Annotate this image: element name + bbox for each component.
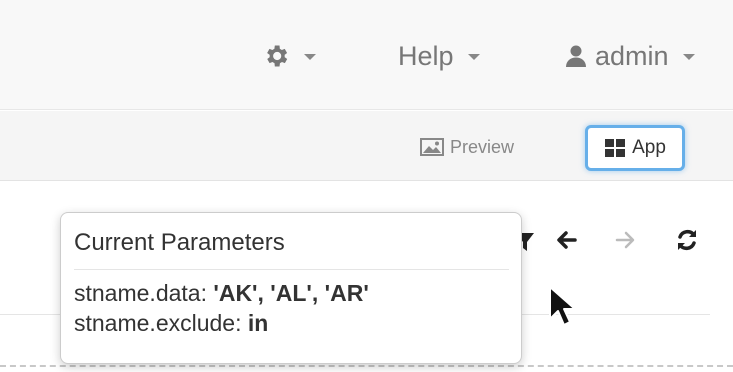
help-dropdown[interactable]: Help xyxy=(398,36,480,76)
back-button[interactable] xyxy=(554,225,578,261)
tooltip-title: Current Parameters xyxy=(74,229,509,270)
current-parameters-tooltip: Current Parameters stname.data: 'AK', 'A… xyxy=(60,212,522,364)
top-navbar: Help admin xyxy=(0,0,733,110)
user-dropdown[interactable]: admin xyxy=(565,36,695,76)
image-icon xyxy=(420,138,444,156)
app-label: App xyxy=(632,137,666,158)
arrow-right-icon xyxy=(615,231,635,249)
refresh-button[interactable] xyxy=(674,225,700,261)
preview-button[interactable]: Preview xyxy=(420,128,514,166)
grid-icon xyxy=(605,139,626,157)
user-label: admin xyxy=(595,40,669,71)
param-value: 'AK', 'AL', 'AR' xyxy=(213,280,369,306)
arrow-cursor-icon xyxy=(549,286,576,326)
settings-dropdown[interactable] xyxy=(262,36,316,76)
chevron-down-icon xyxy=(467,54,480,60)
chevron-down-icon xyxy=(304,54,316,60)
param-row: stname.data: 'AK', 'AL', 'AR' xyxy=(74,278,509,308)
param-key: stname.data: xyxy=(74,280,214,306)
param-value: in xyxy=(247,310,269,336)
refresh-icon xyxy=(678,230,696,250)
arrow-left-icon xyxy=(557,231,577,249)
chevron-down-icon xyxy=(682,54,695,60)
preview-label: Preview xyxy=(450,136,515,157)
dashed-divider xyxy=(0,365,733,367)
user-icon xyxy=(566,45,586,67)
gear-icon xyxy=(267,45,288,67)
param-row: stname.exclude: in xyxy=(74,308,509,338)
param-key: stname.exclude: xyxy=(74,310,248,336)
forward-button[interactable] xyxy=(614,225,638,261)
app-button[interactable]: App xyxy=(585,125,685,171)
help-label: Help xyxy=(398,40,454,71)
